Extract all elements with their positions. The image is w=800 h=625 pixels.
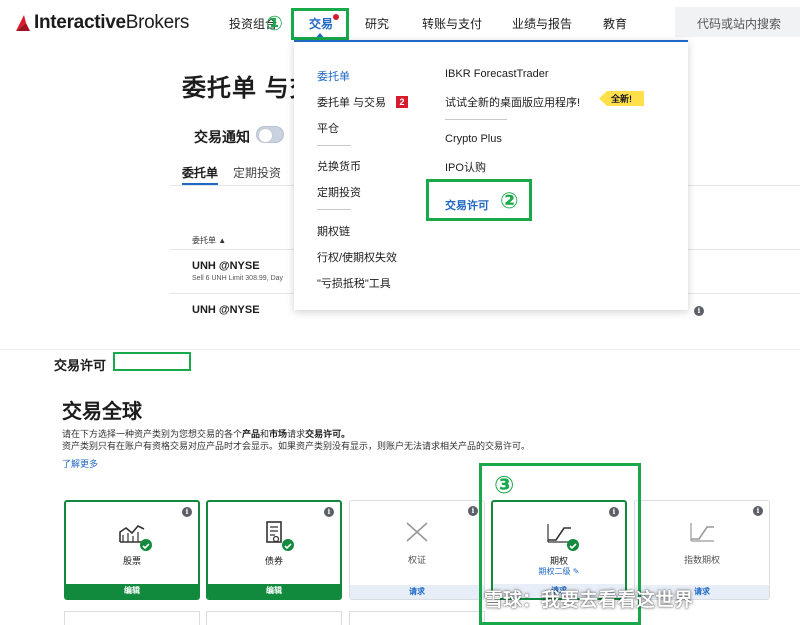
info-icon[interactable]: i bbox=[182, 507, 192, 517]
step-marker-2: ② bbox=[500, 188, 519, 213]
nav-research[interactable]: 研究 bbox=[365, 15, 389, 32]
nav-transfer-pay[interactable]: 转账与支付 bbox=[422, 15, 482, 32]
menu-item-forecasttrader[interactable]: IBKR ForecastTrader bbox=[445, 68, 549, 80]
nav-education[interactable]: 教育 bbox=[603, 15, 627, 32]
new-badge: 全新! bbox=[599, 91, 644, 106]
menu-item-recurring-investment[interactable]: 定期投资 bbox=[317, 184, 361, 200]
menu-separator bbox=[445, 119, 507, 120]
menu-separator bbox=[317, 209, 351, 210]
logo-mark-icon bbox=[16, 15, 30, 31]
card-label: 股票 bbox=[122, 556, 141, 566]
menu-item-close-position[interactable]: 平仓 bbox=[317, 120, 339, 136]
menu-separator bbox=[317, 145, 351, 146]
menu-item-currency-exchange[interactable]: 兑换货币 bbox=[317, 158, 361, 174]
index-options-icon bbox=[690, 523, 714, 542]
menu-item-exercise-lapse[interactable]: 行权/使期权失效 bbox=[317, 249, 397, 265]
highlight-box-trade bbox=[291, 8, 349, 40]
card-label: 权证 bbox=[407, 555, 426, 565]
permission-card-stub bbox=[206, 611, 342, 625]
edit-button[interactable]: 编辑 bbox=[208, 584, 340, 598]
trading-permissions-screenshot: 交易许可 交易全球 请在下方选择一种资产类别为您想交易的各个产品和市场请求交易许… bbox=[0, 345, 800, 625]
info-icon[interactable]: i bbox=[324, 507, 334, 517]
highlight-box-section-title bbox=[113, 352, 191, 371]
step-marker-1: ① bbox=[266, 13, 283, 35]
description-line-2: 资产类别只有在账户有资格交易对应产品时才会显示。如果资产类别没有显示，则账户无法… bbox=[62, 441, 531, 451]
enabled-check-icon bbox=[140, 539, 152, 551]
edit-button[interactable]: 编辑 bbox=[66, 584, 198, 598]
section-divider bbox=[0, 349, 800, 350]
info-icon[interactable]: i bbox=[468, 506, 478, 516]
permission-card-stub bbox=[64, 611, 200, 625]
step-marker-3: ③ bbox=[494, 472, 515, 499]
search-placeholder: 代码或站内搜索 bbox=[697, 17, 782, 31]
request-button[interactable]: 请求 bbox=[350, 585, 484, 599]
info-icon[interactable]: i bbox=[694, 306, 704, 316]
page-heading: 交易全球 bbox=[62, 401, 142, 423]
section-title: 交易许可 bbox=[54, 358, 107, 373]
warrants-icon bbox=[406, 522, 428, 542]
trade-dropdown-menu: 委托单 委托单 与交易 2 平仓 兑换货币 定期投资 期权链 行权/使期权失效 "… bbox=[294, 40, 688, 310]
top-header: InteractiveBrokers 投资组合 交易 研究 转账与支付 业绩与报… bbox=[0, 0, 800, 44]
permission-card-stub bbox=[349, 611, 485, 625]
orders-page-screenshot: InteractiveBrokers 投资组合 交易 研究 转账与支付 业绩与报… bbox=[0, 0, 800, 330]
card-label: 指数期权 bbox=[683, 555, 720, 565]
menu-item-count-badge: 2 bbox=[396, 96, 409, 108]
logo-text: InteractiveBrokers bbox=[34, 12, 190, 33]
menu-item-tax-loss-harvesting[interactable]: "亏损抵税"工具 bbox=[317, 275, 391, 291]
menu-item-orders[interactable]: 委托单 bbox=[317, 68, 350, 84]
watermark-text: 雪球：我要去看看这世界 bbox=[484, 590, 694, 611]
enabled-check-icon bbox=[282, 539, 294, 551]
trade-notifications-toggle[interactable] bbox=[256, 126, 284, 143]
menu-item-crypto-plus[interactable]: Crypto Plus bbox=[445, 133, 502, 145]
order-row-detail: Sell 6 UNH Limit 308.99, Day bbox=[192, 275, 284, 282]
ibkr-logo[interactable]: InteractiveBrokers bbox=[14, 12, 189, 34]
order-row-symbol[interactable]: UNH @NYSE bbox=[192, 304, 260, 316]
nav-performance-reports[interactable]: 业绩与报告 bbox=[512, 15, 572, 32]
card-label: 债券 bbox=[264, 556, 283, 566]
permission-card-stocks[interactable]: i 股票 编辑 bbox=[64, 500, 200, 600]
trade-notifications-label: 交易通知 bbox=[194, 129, 250, 145]
search-input[interactable]: 代码或站内搜索 bbox=[675, 7, 800, 37]
column-header-orders[interactable]: 委托单 ▲ bbox=[192, 235, 226, 246]
info-icon[interactable]: i bbox=[753, 506, 763, 516]
tab-orders[interactable]: 委托单 bbox=[182, 164, 218, 181]
menu-item-ipo-subscription[interactable]: IPO认购 bbox=[445, 159, 486, 175]
learn-more-link[interactable]: 了解更多 bbox=[62, 457, 98, 470]
menu-item-option-chain[interactable]: 期权链 bbox=[317, 223, 350, 239]
permission-card-warrants[interactable]: i 权证 请求 bbox=[349, 500, 485, 600]
order-row-symbol[interactable]: UNH @NYSE bbox=[192, 260, 260, 272]
permission-card-bonds[interactable]: i 债券 编辑 bbox=[206, 500, 342, 600]
menu-item-desktop-app[interactable]: 试试全新的桌面版应用程序! bbox=[445, 94, 580, 110]
tab-recurring-investment[interactable]: 定期投资 bbox=[233, 164, 281, 181]
menu-item-orders-and-trades[interactable]: 委托单 与交易 2 bbox=[317, 94, 409, 110]
